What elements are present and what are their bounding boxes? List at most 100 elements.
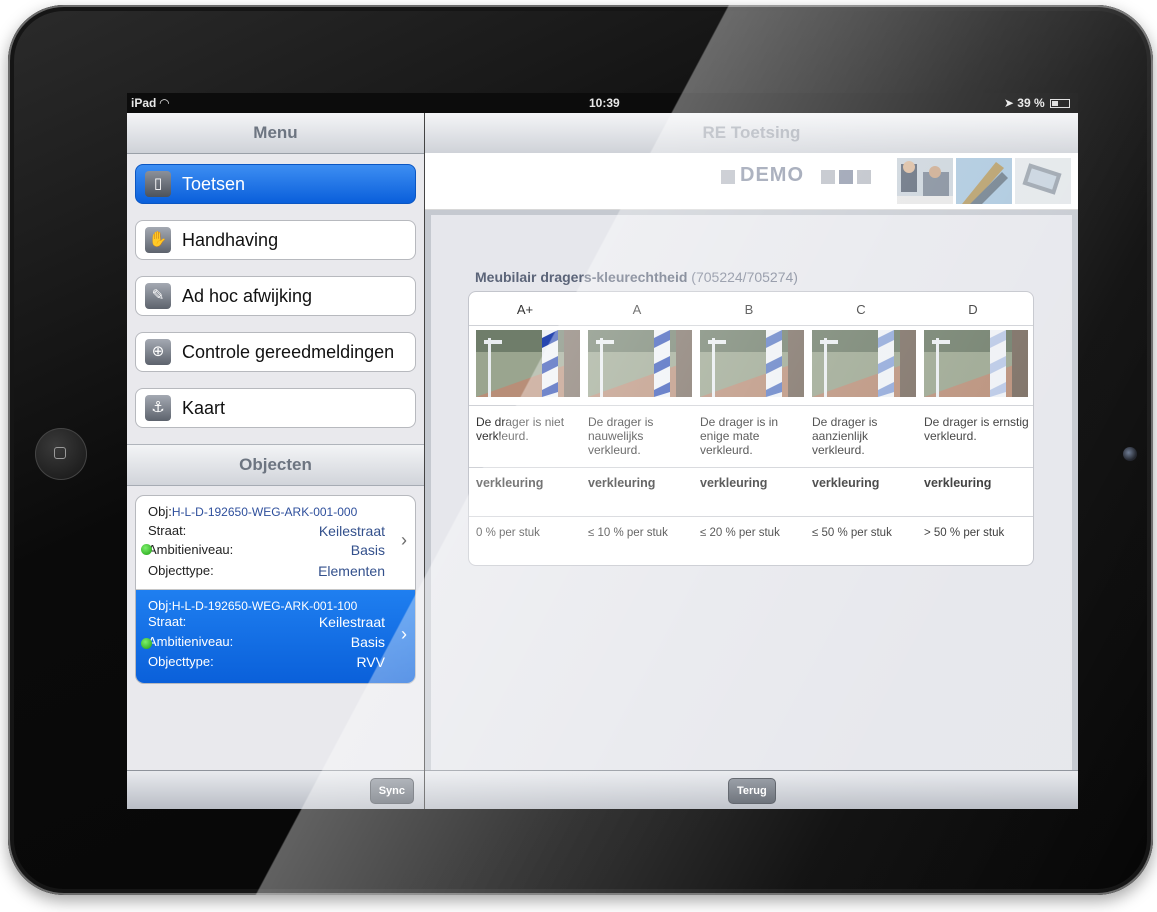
menu-item-label: Toetsen xyxy=(182,174,246,194)
straat-label: Straat: xyxy=(148,614,187,629)
detail-pane: RE Toetsing DEMO Meubilair dragers-kleur… xyxy=(425,113,1078,809)
objecttype-value: Elementen xyxy=(318,563,385,579)
grade-threshold: ≤ 50 % per stuk xyxy=(812,527,892,539)
sync-button[interactable]: Sync xyxy=(369,778,414,804)
grade-photo xyxy=(700,330,804,397)
grade-description: De drager is niet verkleurd. xyxy=(476,415,565,443)
grade-description: De drager is ernstig verkleurd. xyxy=(924,415,1029,443)
menu-item-label: Handhaving xyxy=(182,230,279,250)
detail-toolbar: Terug xyxy=(425,770,1078,809)
detail-title: RE Toetsing xyxy=(425,113,1078,154)
grade-description: De drager is aanzienlijk verkleurd. xyxy=(812,415,878,457)
banner-square xyxy=(839,170,853,184)
grade-criterion: verkleuring xyxy=(924,476,992,490)
object-prefix: Obj: xyxy=(148,598,172,613)
banner-logo-text: DEMO xyxy=(740,164,804,186)
banner-square xyxy=(721,170,735,184)
menu-item-label: Controle gereedmeldingen xyxy=(182,342,395,362)
grade-criterion: verkleuring xyxy=(812,476,880,490)
left-toolbar: Sync xyxy=(127,770,424,809)
toetsen-icon: ▯ xyxy=(145,171,171,197)
object-id: H-L-D-192650-WEG-ARK-001-100 xyxy=(171,599,358,613)
grade-description: De drager is in enige mate verkleurd. xyxy=(700,415,779,457)
camera-icon xyxy=(1123,447,1137,461)
status-dot-icon xyxy=(141,544,152,555)
grade-column-a-plus[interactable]: A+ De drager is niet verkleurd. verkleur… xyxy=(469,292,581,565)
object-list: Obj:H-L-D-192650-WEG-ARK-001-000 Straat:… xyxy=(135,495,416,684)
grade-threshold: > 50 % per stuk xyxy=(924,527,1005,539)
grade-description: De drager is nauwelijks verkleurd. xyxy=(588,415,654,457)
grade-column-a[interactable]: A De drager is nauwelijks verkleurd. ver… xyxy=(581,292,693,565)
grade-criterion: verkleuring xyxy=(700,476,768,490)
banner-photo-meeting xyxy=(897,158,953,204)
menu-item-toetsen[interactable]: ▯ Toetsen xyxy=(135,164,416,204)
map-pin-icon: ⚓ xyxy=(145,395,171,421)
grade-threshold: ≤ 10 % per stuk xyxy=(588,527,668,539)
object-prefix: Obj: xyxy=(148,504,172,519)
heading-code: (705224/705274) xyxy=(691,269,798,285)
banner-square xyxy=(821,170,835,184)
menu-list: ▯ Toetsen ✋ Handhaving ✎ Ad hoc afwijkin… xyxy=(127,154,424,428)
straat-value: Keilestraat xyxy=(318,614,385,630)
app-screen: iPad ◠ 10:39 ➤ 39 % Menu ▯ Toetsen ✋ Han… xyxy=(127,93,1078,809)
ambitie-label: Ambitieniveau: xyxy=(148,542,234,557)
chevron-right-icon: › xyxy=(401,624,407,644)
menu-item-controle-gereedmeldingen[interactable]: ⊕ Controle gereedmeldingen xyxy=(135,332,416,372)
menu-item-handhaving[interactable]: ✋ Handhaving xyxy=(135,220,416,260)
clock: 10:39 xyxy=(589,96,620,110)
banner-photo-device xyxy=(1015,158,1071,204)
heading-text: Meubilair dragers-kleurechtheid xyxy=(475,269,688,285)
grade-photo xyxy=(476,330,580,397)
grading-matrix: A+ De drager is niet verkleurd. verkleur… xyxy=(468,291,1034,566)
straat-value: Keilestraat xyxy=(318,523,385,539)
grade-criterion: verkleuring xyxy=(588,476,656,490)
grade-label: B xyxy=(744,302,754,317)
straat-label: Straat: xyxy=(148,523,187,538)
grade-column-b[interactable]: B De drager is in enige mate verkleurd. … xyxy=(693,292,805,565)
location-arrow-icon: ➤ xyxy=(1003,96,1014,110)
status-dot-icon xyxy=(141,638,152,649)
pencil-icon: ✎ xyxy=(145,283,171,309)
chevron-right-icon: › xyxy=(401,530,407,550)
grade-label: D xyxy=(968,302,978,317)
object-row[interactable]: Obj:H-L-D-192650-WEG-ARK-001-000 Straat:… xyxy=(136,496,415,590)
ipad-device: iPad ◠ 10:39 ➤ 39 % Menu ▯ Toetsen ✋ Han… xyxy=(8,5,1153,895)
object-id: H-L-D-192650-WEG-ARK-001-000 xyxy=(171,505,358,519)
handhaving-icon: ✋ xyxy=(145,227,171,253)
device-label: iPad xyxy=(131,96,157,110)
menu-item-label: Ad hoc afwijking xyxy=(182,286,313,306)
menu-item-kaart[interactable]: ⚓ Kaart xyxy=(135,388,416,428)
grade-label: C xyxy=(856,302,866,317)
menu-title: Menu xyxy=(127,113,424,154)
objecttype-value: RVV xyxy=(356,654,385,670)
objects-title: Objecten xyxy=(127,444,424,486)
object-row-selected[interactable]: Obj:H-L-D-192650-WEG-ARK-001-100 Straat:… xyxy=(136,590,415,683)
home-square-icon xyxy=(54,447,66,459)
home-button[interactable] xyxy=(35,428,87,480)
battery-icon xyxy=(1050,99,1070,108)
grade-photo xyxy=(924,330,1028,397)
wifi-icon: ◠ xyxy=(159,96,169,110)
ambitie-value: Basis xyxy=(350,542,385,558)
assessment-heading: Meubilair dragers-kleurechtheid (705224/… xyxy=(475,269,798,285)
ambitie-label: Ambitieniveau: xyxy=(148,634,234,649)
grade-photo xyxy=(812,330,916,397)
grade-threshold: ≤ 20 % per stuk xyxy=(700,527,780,539)
grade-label: A xyxy=(632,302,642,317)
objecttype-label: Objecttype: xyxy=(148,563,214,578)
master-pane: Menu ▯ Toetsen ✋ Handhaving ✎ Ad hoc afw… xyxy=(127,113,424,809)
demo-banner: DEMO xyxy=(425,153,1078,210)
assessment-content: Meubilair dragers-kleurechtheid (705224/… xyxy=(431,215,1072,771)
grade-column-d[interactable]: D De drager is ernstig verkleurd. verkle… xyxy=(917,292,1029,565)
ambitie-value: Basis xyxy=(350,634,385,650)
grade-label: A+ xyxy=(516,302,534,317)
grade-photo xyxy=(588,330,692,397)
objecttype-label: Objecttype: xyxy=(148,654,214,669)
grade-column-c[interactable]: C De drager is aanzienlijk verkleurd. ve… xyxy=(805,292,917,565)
banner-square xyxy=(857,170,871,184)
menu-item-ad-hoc-afwijking[interactable]: ✎ Ad hoc afwijking xyxy=(135,276,416,316)
back-button[interactable]: Terug xyxy=(728,778,776,804)
banner-photo-structure xyxy=(956,158,1012,204)
status-bar: iPad ◠ 10:39 ➤ 39 % xyxy=(127,93,1078,113)
grade-criterion: verkleuring xyxy=(476,476,544,490)
